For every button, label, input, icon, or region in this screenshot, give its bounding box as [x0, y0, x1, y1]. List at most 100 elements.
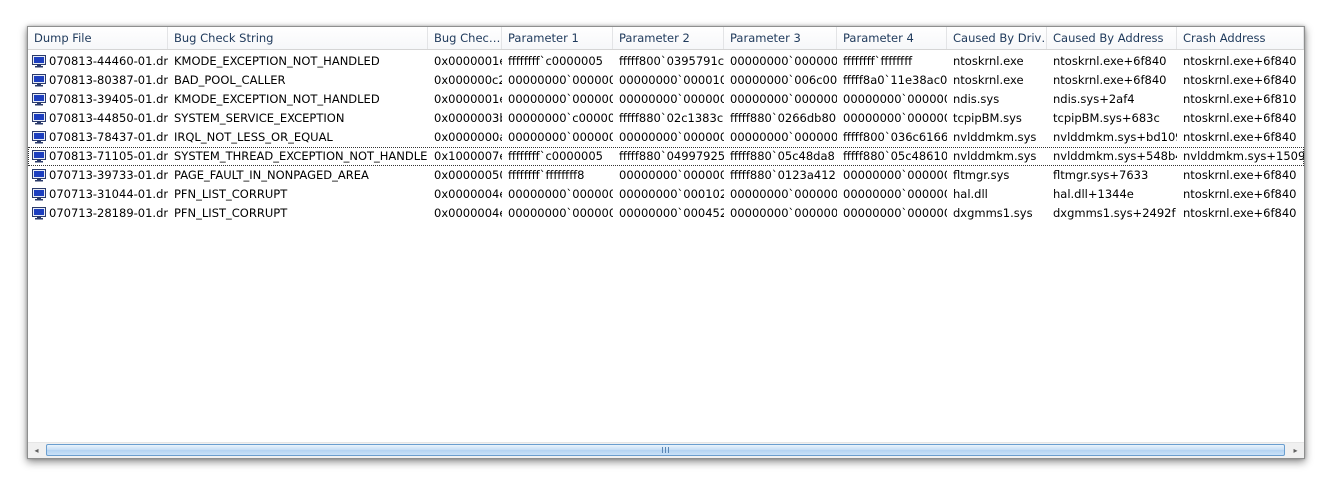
cell-dump-file: 070713-28189-01.dmp	[28, 204, 168, 223]
cell-caused-by-driver: ntoskrnl.exe	[953, 73, 1024, 87]
column-header-bar: Dump File Bug Check String Bug Chec… Parame…	[28, 27, 1304, 50]
column-header-caused-by-address[interactable]: Caused By Address	[1047, 27, 1177, 49]
cell-parameter-3: 00000000`00000000	[730, 54, 837, 68]
cell-bug-check-string: IRQL_NOT_LESS_OR_EQUAL	[174, 130, 333, 144]
crash-dump-table-body: 070813-44460-01.dmp KMODE_EXCEPTION_NOT_H…	[28, 52, 1304, 223]
cell-caused-by-address: nvlddmkm.sys+bd109	[1053, 130, 1177, 144]
table-row[interactable]: 070713-39733-01.dmp PAGE_FAULT_IN_NONPAGE…	[28, 166, 1304, 185]
cell-caused-by-driver: ntoskrnl.exe	[953, 54, 1024, 68]
cell-parameter-3: fffff880`0123a412	[730, 168, 836, 182]
cell-parameter-4: fffff880`05c48610	[843, 149, 947, 163]
dump-file-name: 070813-44460-01.dmp	[49, 54, 168, 68]
cell-parameter-2: 00000000`00001097	[619, 73, 724, 87]
cell-bug-check-string: PAGE_FAULT_IN_NONPAGED_AREA	[174, 168, 369, 182]
column-header-parameter-2[interactable]: Parameter 2	[613, 27, 724, 49]
table-row[interactable]: 070813-39405-01.dmp KMODE_EXCEPTION_NOT_H…	[28, 90, 1304, 109]
computer-monitor-icon	[32, 74, 46, 87]
cell-dump-file: 070813-80387-01.dmp	[28, 71, 168, 90]
computer-monitor-icon	[32, 131, 46, 144]
cell-parameter-4: 00000000`000000...	[843, 206, 947, 220]
cell-dump-file: 070713-39733-01.dmp	[28, 166, 168, 185]
cell-caused-by-address: ndis.sys+2af4	[1053, 92, 1135, 106]
horizontal-scrollbar[interactable]: ◂ ▸	[28, 442, 1304, 458]
dump-file-name: 070713-28189-01.dmp	[49, 206, 168, 220]
cell-parameter-4: fffff800`036c6166	[843, 130, 947, 144]
cell-parameter-4: 00000000`000000...	[843, 187, 947, 201]
cell-dump-file: 070813-71105-01.dmp	[28, 147, 168, 166]
cell-parameter-3: fffff880`05c48da8	[730, 149, 835, 163]
cell-caused-by-driver: tcpipBM.sys	[953, 111, 1022, 125]
column-header-dump-file[interactable]: Dump File	[28, 27, 168, 49]
cell-caused-by-address: dxgmms1.sys+2492f	[1053, 206, 1176, 220]
column-header-parameter-1[interactable]: Parameter 1	[502, 27, 613, 49]
cell-caused-by-address: hal.dll+1344e	[1053, 187, 1134, 201]
cell-bug-check-string: KMODE_EXCEPTION_NOT_HANDLED	[174, 54, 380, 68]
computer-monitor-icon	[32, 112, 46, 125]
column-header-parameter-4[interactable]: Parameter 4	[837, 27, 947, 49]
cell-parameter-1: 00000000`00000008	[508, 130, 613, 144]
scrollbar-thumb[interactable]	[46, 444, 1285, 456]
cell-bug-check-string: PFN_LIST_CORRUPT	[174, 187, 288, 201]
cell-parameter-2: 00000000`00000000	[619, 92, 724, 106]
scroll-left-button[interactable]: ◂	[28, 443, 45, 458]
table-row[interactable]: 070813-44460-01.dmp KMODE_EXCEPTION_NOT_H…	[28, 52, 1304, 71]
cell-caused-by-driver: nvlddmkm.sys	[953, 149, 1037, 163]
table-row[interactable]: 070813-80387-01.dmp BAD_POOL_CALLER 0x0000…	[28, 71, 1304, 90]
column-header-parameter-3[interactable]: Parameter 3	[724, 27, 837, 49]
cell-parameter-3: 00000000`00000000	[730, 206, 837, 220]
cell-dump-file: 070813-44850-01.dmp	[28, 109, 168, 128]
cell-parameter-3: 00000000`00000000	[730, 92, 837, 106]
dump-file-name: 070813-39405-01.dmp	[49, 92, 168, 106]
column-header-caused-by-driver[interactable]: Caused By Driv…	[947, 27, 1047, 49]
cell-crash-address: ntoskrnl.exe+6f840	[1183, 54, 1297, 68]
scrollbar-grip-icon	[661, 447, 670, 453]
cell-parameter-2: fffff880`04997925	[619, 149, 724, 163]
column-header-bug-check-string[interactable]: Bug Check String	[168, 27, 428, 49]
cell-crash-address: ntoskrnl.exe+6f840	[1183, 111, 1297, 125]
cell-parameter-3: 00000000`006c0002	[730, 73, 837, 87]
cell-parameter-4: ffffffff`ffffffff	[843, 54, 913, 68]
cell-crash-address: ntoskrnl.exe+6f840	[1183, 73, 1297, 87]
cell-bug-check-code: 0x0000001e	[434, 54, 502, 68]
computer-monitor-icon	[32, 188, 46, 201]
computer-monitor-icon	[32, 150, 46, 163]
cell-bug-check-code: 0x0000004e	[434, 206, 502, 220]
cell-bug-check-code: 0x000000c2	[434, 73, 502, 87]
cell-bug-check-string: PFN_LIST_CORRUPT	[174, 206, 288, 220]
table-row[interactable]: 070813-44850-01.dmp SYSTEM_SERVICE_EXCEPT…	[28, 109, 1304, 128]
cell-bug-check-string: SYSTEM_SERVICE_EXCEPTION	[174, 111, 345, 125]
dump-file-name: 070813-78437-01.dmp	[49, 130, 168, 144]
cell-caused-by-driver: ndis.sys	[953, 92, 1000, 106]
dump-file-name: 070813-80387-01.dmp	[49, 73, 168, 87]
cell-parameter-1: 00000000`c0000005	[508, 111, 613, 125]
column-header-crash-address[interactable]: Crash Address	[1177, 27, 1304, 49]
cell-dump-file: 070713-31044-01.dmp	[28, 185, 168, 204]
cell-parameter-3: 00000000`00000000	[730, 187, 837, 201]
cell-parameter-3: fffff880`0266db80	[730, 111, 837, 125]
scroll-right-button[interactable]: ▸	[1287, 443, 1304, 458]
table-row[interactable]: 070813-78437-01.dmp IRQL_NOT_LESS_OR_EQUA…	[28, 128, 1304, 147]
cell-dump-file: 070813-39405-01.dmp	[28, 90, 168, 109]
table-row[interactable]: 070713-31044-01.dmp PFN_LIST_CORRUPT 0x000…	[28, 185, 1304, 204]
cell-parameter-1: 00000000`0000009a	[508, 187, 613, 201]
cell-crash-address: ntoskrnl.exe+6f840	[1183, 187, 1297, 201]
dump-file-name: 070713-31044-01.dmp	[49, 187, 168, 201]
cell-parameter-1: ffffffff`c0000005	[508, 54, 603, 68]
cell-caused-by-driver: nvlddmkm.sys	[953, 130, 1037, 144]
dump-file-name: 070713-39733-01.dmp	[49, 168, 168, 182]
cell-dump-file: 070813-44460-01.dmp	[28, 52, 168, 71]
cell-caused-by-address: ntoskrnl.exe+6f840	[1053, 73, 1167, 87]
cell-crash-address: ntoskrnl.exe+6f840	[1183, 168, 1297, 182]
cell-caused-by-driver: dxgmms1.sys	[953, 206, 1033, 220]
computer-monitor-icon	[32, 207, 46, 220]
cell-parameter-2: fffff880`02c1383c	[619, 111, 724, 125]
computer-monitor-icon	[32, 169, 46, 182]
cell-bug-check-string: BAD_POOL_CALLER	[174, 73, 286, 87]
column-header-bug-check-code[interactable]: Bug Chec…	[428, 27, 502, 49]
table-row[interactable]: 070813-71105-01.dmp SYSTEM_THREAD_EXCEPTI…	[28, 147, 1304, 166]
cell-bug-check-code: 0x00000050	[434, 168, 502, 182]
cell-parameter-4: 00000000`000000...	[843, 111, 947, 125]
table-row[interactable]: 070713-28189-01.dmp PFN_LIST_CORRUPT 0x000…	[28, 204, 1304, 223]
crash-dump-list-window: Dump File Bug Check String Bug Chec… Parame…	[27, 26, 1305, 459]
cell-caused-by-address: fltmgr.sys+7633	[1053, 168, 1149, 182]
